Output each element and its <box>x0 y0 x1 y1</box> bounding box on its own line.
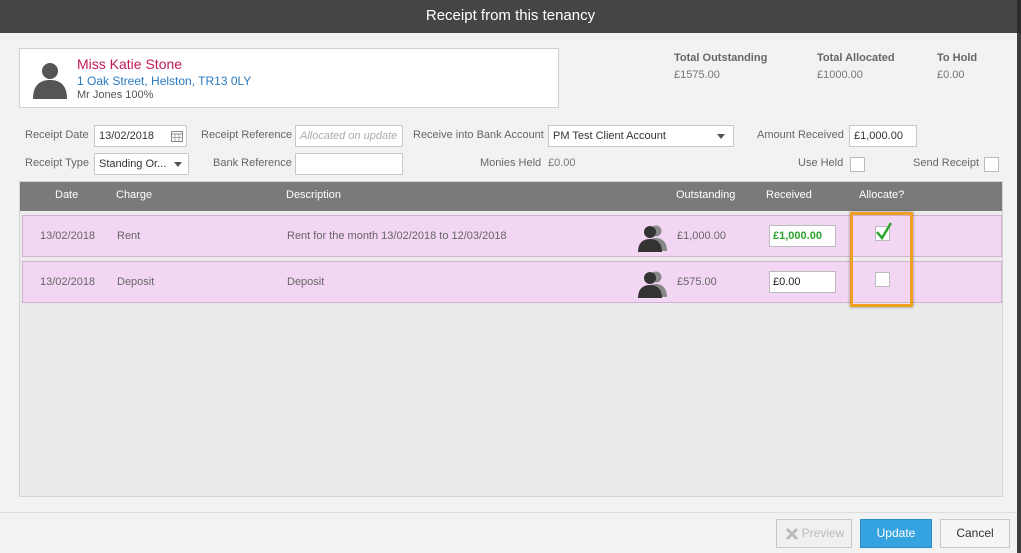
receipt-type-value: Standing Or... <box>99 158 167 170</box>
person-icon <box>33 63 67 99</box>
bank-account-select[interactable]: PM Test Client Account <box>548 125 734 147</box>
footer-divider <box>0 512 1017 513</box>
column-allocate[interactable]: Allocate? <box>859 189 904 201</box>
receipt-reference-input[interactable]: Allocated on update <box>295 125 403 147</box>
monies-held-value: £0.00 <box>548 157 576 169</box>
dialog-title: Receipt from this tenancy <box>0 0 1021 33</box>
row-date: 13/02/2018 <box>40 230 96 242</box>
amount-received-label: Amount Received <box>757 129 844 141</box>
send-receipt-checkbox[interactable] <box>984 157 999 172</box>
grid-header: Date Charge Description Outstanding Rece… <box>20 182 1002 211</box>
row-date: 13/02/2018 <box>40 276 96 288</box>
dialog-right-edge <box>1017 33 1021 553</box>
cancel-button[interactable]: Cancel <box>940 519 1010 548</box>
use-held-label: Use Held <box>798 157 844 169</box>
tenant-share: Mr Jones 100% <box>77 89 154 101</box>
chevron-down-icon <box>717 134 725 139</box>
bank-account-label: Receive into Bank Account <box>413 129 544 141</box>
send-receipt-label: Send Receipt <box>913 157 980 169</box>
chevron-down-icon <box>174 162 182 167</box>
row-description: Deposit <box>287 276 325 288</box>
bank-reference-label: Bank Reference <box>213 157 292 169</box>
total-outstanding-label: Total Outstanding <box>674 52 768 64</box>
to-hold-label: To Hold <box>937 52 978 64</box>
column-charge[interactable]: Charge <box>116 189 152 201</box>
column-description[interactable]: Description <box>286 189 341 201</box>
bank-reference-input[interactable] <box>295 153 403 175</box>
total-allocated-label: Total Allocated <box>817 52 895 64</box>
amount-received-input[interactable]: £1,000.00 <box>849 125 917 147</box>
tenant-address[interactable]: 1 Oak Street, Helston, TR13 0LY <box>77 74 251 88</box>
bank-account-value: PM Test Client Account <box>553 130 666 142</box>
column-date[interactable]: Date <box>55 189 78 201</box>
row-charge: Deposit <box>117 276 155 288</box>
use-held-checkbox[interactable] <box>850 157 865 172</box>
row-description: Rent for the month 13/02/2018 to 12/03/2… <box>287 230 507 242</box>
preview-button[interactable]: Preview <box>776 519 852 548</box>
total-allocated-value: £1000.00 <box>817 69 863 81</box>
receipt-type-select[interactable]: Standing Or... <box>94 153 189 175</box>
tenant-name[interactable]: Miss Katie Stone <box>77 56 182 72</box>
row-outstanding: £575.00 <box>677 276 717 288</box>
tenant-card: Miss Katie Stone 1 Oak Street, Helston, … <box>19 48 559 108</box>
close-icon <box>785 527 799 541</box>
received-input[interactable]: £1,000.00 <box>769 225 836 247</box>
column-received[interactable]: Received <box>766 189 812 201</box>
receipt-date-value: 13/02/2018 <box>99 130 155 142</box>
receipt-date-label: Receipt Date <box>25 129 89 141</box>
tenant-icon[interactable] <box>637 268 667 298</box>
update-button[interactable]: Update <box>860 519 932 548</box>
column-outstanding[interactable]: Outstanding <box>676 189 735 201</box>
calendar-icon[interactable] <box>171 130 183 142</box>
received-input[interactable]: £0.00 <box>769 271 836 293</box>
monies-held-label: Monies Held <box>480 157 542 169</box>
total-outstanding-value: £1575.00 <box>674 69 720 81</box>
receipt-reference-label: Receipt Reference <box>201 129 293 141</box>
row-charge: Rent <box>117 230 141 242</box>
to-hold-value: £0.00 <box>937 69 965 81</box>
row-outstanding: £1,000.00 <box>677 230 726 242</box>
receipt-date-field[interactable]: 13/02/2018 <box>94 125 187 147</box>
tenant-icon[interactable] <box>637 222 667 252</box>
receipt-type-label: Receipt Type <box>25 157 90 169</box>
allocate-focus-outline <box>850 212 913 307</box>
